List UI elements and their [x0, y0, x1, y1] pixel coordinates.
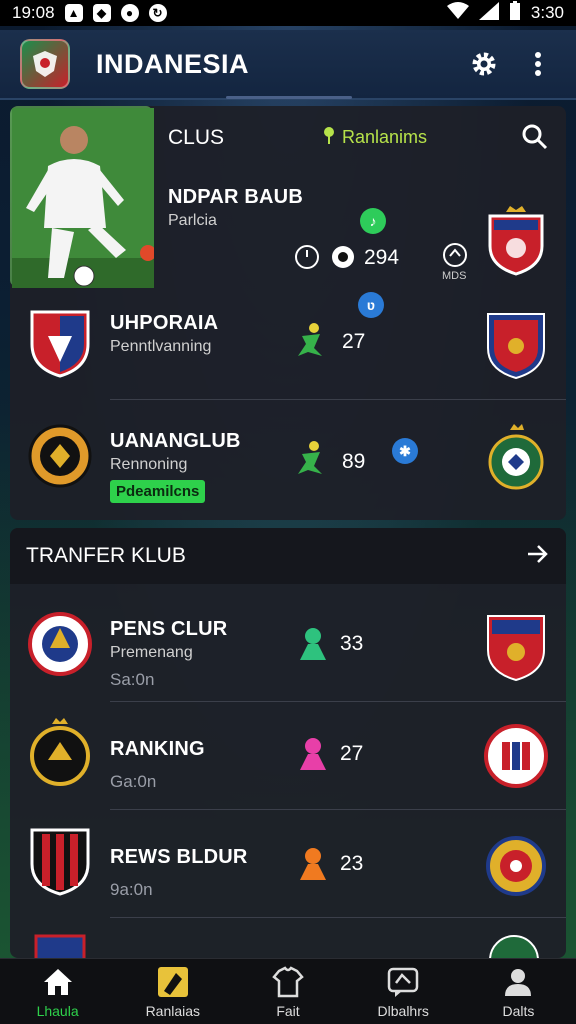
club-stat: 27 — [342, 330, 366, 353]
club-stat: 89 — [342, 450, 366, 473]
transfer-club-row[interactable]: RANKING Ga:0n 27 — [10, 702, 566, 810]
club-crest-icon — [30, 718, 90, 786]
chat-notification-icon: ● — [120, 4, 139, 22]
club-stat: 33 — [340, 632, 364, 655]
club-crest-icon — [30, 310, 90, 378]
more-vert-icon[interactable] — [520, 46, 556, 82]
transfer-header[interactable]: TRANFER KLUB — [10, 528, 566, 584]
transfer-panel: TRANFER KLUB PENS CLUR Premenang Sa:0n 3… — [10, 528, 566, 958]
featured-club-name: NDPAR BAUB — [168, 186, 303, 208]
club-season: Sa:0n — [110, 670, 155, 689]
nav-label: Dalts — [502, 1002, 535, 1019]
app-title: INDANESIA — [96, 48, 250, 79]
signal-icon — [478, 1, 499, 25]
club-subtitle: Premenang — [110, 644, 193, 661]
nav-label: Dlbalhrs — [377, 1002, 429, 1019]
club-crest-icon — [28, 612, 92, 676]
player-run-icon — [292, 440, 326, 476]
profile-icon — [505, 968, 532, 996]
club-subtitle: Rennoning — [110, 456, 188, 473]
stats-icon — [442, 242, 468, 268]
club-crest-icon — [28, 424, 92, 488]
club-row[interactable]: UHPORAIA Penntlvanning ʋ 27 — [10, 292, 566, 400]
status-left: 19:08 ▲ ◆ ● ↻ — [12, 3, 167, 23]
status-bar: 19:08 ▲ ◆ ● ↻ 3:30 — [0, 0, 576, 26]
app-bar: INDANESIA — [0, 30, 576, 100]
featured-club-subtitle: Parlcia — [168, 212, 217, 229]
home-icon — [43, 968, 72, 995]
featured-stat: 294 — [364, 246, 400, 269]
club-name: REWS BLDUR — [110, 846, 248, 868]
nav-label: Lhaula — [36, 1002, 79, 1019]
status-time-left: 19:08 — [12, 3, 55, 22]
notification-icon: ▲ — [64, 4, 83, 22]
leaf-icon: ♪ — [360, 208, 386, 234]
player-run-icon — [292, 322, 326, 358]
opponent-crest-icon — [487, 313, 545, 380]
info-icon: ✱ — [392, 438, 418, 464]
club-name: UHPORAIA — [110, 312, 219, 334]
featured-club-crest-icon — [488, 206, 544, 276]
shirt-icon — [272, 965, 304, 997]
featured-side-label: MDS — [442, 270, 467, 282]
club-name: PENS CLUR — [110, 618, 228, 640]
opponent-crest-icon — [486, 836, 546, 896]
app-notification-icon: ◆ — [92, 4, 111, 22]
battery-icon — [509, 0, 521, 26]
ranking-icon — [157, 966, 188, 997]
club-season: 9a:0n — [110, 880, 153, 899]
nav-label: Ranlaias — [145, 1002, 201, 1019]
transfer-title: TRANFER KLUB — [26, 544, 186, 567]
opponent-crest-icon — [487, 615, 545, 682]
player-icon — [296, 626, 330, 662]
player-icon — [296, 846, 330, 882]
club-stat: 23 — [340, 852, 364, 875]
nav-item-home[interactable]: Lhaula — [0, 959, 115, 1024]
arrow-right-icon[interactable] — [526, 542, 550, 571]
opponent-crest-icon — [488, 424, 544, 490]
club-crest-icon — [34, 934, 86, 958]
nav-item-ranking[interactable]: Ranlaias — [115, 959, 230, 1024]
player-icon — [296, 736, 330, 772]
club-subtitle: Penntlvanning — [110, 338, 212, 355]
nav-item-shirt[interactable]: Fait — [230, 959, 345, 1024]
club-name: RANKING — [110, 738, 205, 760]
info-icon: ʋ — [358, 292, 384, 318]
status-badge: Pdeamilcns — [110, 480, 206, 503]
club-crest-icon — [30, 828, 90, 896]
drag-handle — [226, 96, 352, 99]
club-stat: 27 — [340, 742, 364, 765]
nav-label: Fait — [276, 1002, 300, 1019]
chat-icon — [387, 967, 419, 997]
transfer-club-row[interactable]: PENS CLUR Premenang Sa:0n 33 — [10, 588, 566, 702]
transfer-club-row[interactable]: REWS BLDUR 9a:0n 23 — [10, 810, 566, 918]
clock-icon — [294, 244, 320, 270]
gear-icon[interactable] — [466, 46, 502, 82]
opponent-crest-icon — [489, 935, 539, 958]
featured-club-row[interactable]: NDPAR BAUB Parlcia ♪ 294 MDS — [10, 106, 566, 292]
club-season: Ga:0n — [110, 772, 157, 791]
status-time-right: 3:30 — [530, 3, 564, 22]
bottom-nav: Lhaula Ranlaias Fait Dlbalhrs Dalts — [0, 958, 576, 1024]
opponent-crest-icon — [484, 724, 548, 788]
app-logo-icon[interactable] — [20, 39, 70, 89]
nav-item-chat[interactable]: Dlbalhrs — [346, 959, 461, 1024]
transfer-club-row[interactable] — [10, 918, 566, 958]
wifi-icon — [446, 1, 469, 25]
ball-icon — [330, 244, 356, 270]
sync-notification-icon: ↻ — [148, 4, 167, 22]
nav-item-profile[interactable]: Dalts — [461, 959, 576, 1024]
club-row[interactable]: UANANGLUB Rennoning Pdeamilcns 89 ✱ — [10, 400, 566, 520]
club-name: UANANGLUB — [110, 430, 241, 452]
status-right: 3:30 — [446, 0, 564, 26]
clubs-panel: CLUS Ranlanims NDPAR BAUB Parlcia ♪ 294 … — [10, 106, 566, 520]
